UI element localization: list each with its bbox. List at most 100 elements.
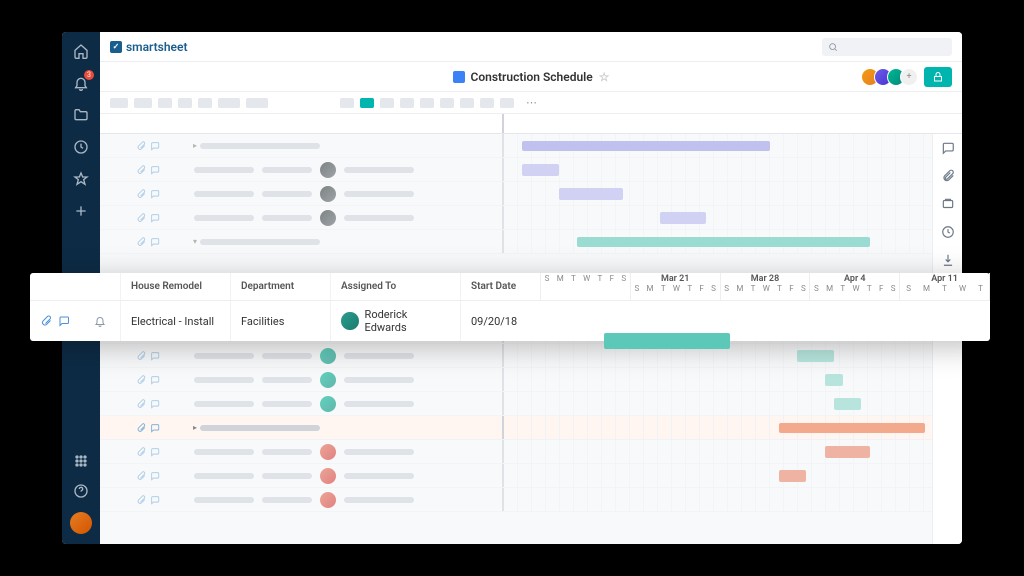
attachment-icon xyxy=(136,495,146,505)
gantt-bar[interactable] xyxy=(779,423,926,433)
rr-comments-icon[interactable] xyxy=(941,140,955,154)
expand-toggle-icon[interactable]: ▾ xyxy=(190,237,200,247)
row-meta-icons[interactable] xyxy=(100,165,170,175)
task-row[interactable] xyxy=(100,344,962,368)
row-meta-icons[interactable] xyxy=(100,141,170,151)
gantt-bar[interactable] xyxy=(797,350,834,362)
nav-user-avatar[interactable] xyxy=(70,512,92,534)
rr-attachments-icon[interactable] xyxy=(941,168,955,182)
gantt-bar[interactable] xyxy=(522,164,559,176)
rr-activity-icon[interactable] xyxy=(941,224,955,238)
day-label: F xyxy=(789,284,793,293)
gantt-bar[interactable] xyxy=(559,188,623,200)
summary-row[interactable]: ▸ xyxy=(100,134,962,158)
toolbar-item[interactable] xyxy=(158,98,172,108)
popout-gantt-bar[interactable] xyxy=(604,333,730,349)
nav-folder-icon[interactable] xyxy=(72,106,90,124)
toolbar-item[interactable] xyxy=(340,98,354,108)
nav-notifications-icon[interactable]: 3 xyxy=(72,74,90,92)
brand-row: ✓ smartsheet xyxy=(100,32,962,62)
gantt-bar[interactable] xyxy=(779,470,806,482)
toolbar-item[interactable] xyxy=(380,98,394,108)
toolbar-item[interactable] xyxy=(134,98,152,108)
row-meta-icons[interactable] xyxy=(100,471,170,481)
row-meta-icons[interactable] xyxy=(100,237,170,247)
day-label: W xyxy=(763,284,770,293)
cell-task[interactable]: Electrical - Install xyxy=(120,301,230,341)
toolbar-item[interactable] xyxy=(198,98,212,108)
toolbar[interactable]: ⋯ xyxy=(100,92,962,114)
cell-skeleton xyxy=(262,449,312,455)
col-header-date[interactable]: Start Date xyxy=(460,273,540,300)
row-reminder-icon[interactable] xyxy=(80,315,120,327)
summary-row[interactable]: ▾ xyxy=(100,230,962,254)
favorite-star-icon[interactable]: ☆ xyxy=(599,70,610,84)
avatar-more[interactable]: + xyxy=(900,68,918,86)
row-popout-overlay: House Remodel Department Assigned To Sta… xyxy=(30,273,990,341)
gantt-bar[interactable] xyxy=(660,212,706,224)
task-row[interactable] xyxy=(100,464,962,488)
cell-assigned[interactable]: Roderick Edwards xyxy=(330,301,460,341)
sheet-title[interactable]: Construction Schedule ☆ xyxy=(453,70,610,84)
toolbar-item[interactable] xyxy=(400,98,414,108)
col-header-task[interactable]: House Remodel xyxy=(120,273,230,300)
row-meta-icons[interactable] xyxy=(100,375,170,385)
row-meta-icons[interactable] xyxy=(100,213,170,223)
col-header-assigned[interactable]: Assigned To xyxy=(330,273,460,300)
gantt-bar[interactable] xyxy=(825,446,871,458)
nav-new-icon[interactable] xyxy=(72,202,90,220)
col-header-dept[interactable]: Department xyxy=(230,273,330,300)
task-row[interactable] xyxy=(100,392,962,416)
task-row[interactable] xyxy=(100,368,962,392)
task-row[interactable] xyxy=(100,440,962,464)
toolbar-item[interactable] xyxy=(246,98,268,108)
task-row[interactable] xyxy=(100,488,962,512)
nav-recent-icon[interactable] xyxy=(72,138,90,156)
cell-dept[interactable]: Facilities xyxy=(230,301,330,341)
share-button[interactable] xyxy=(924,67,952,87)
row-meta-icons[interactable] xyxy=(100,399,170,409)
summary-text-skeleton xyxy=(200,143,320,149)
popout-data-row[interactable]: Electrical - Install Facilities Roderick… xyxy=(30,301,990,341)
cell-skeleton xyxy=(194,401,254,407)
summary-row[interactable]: ▸ xyxy=(100,416,962,440)
toolbar-item[interactable] xyxy=(218,98,240,108)
row-meta-icons[interactable] xyxy=(100,447,170,457)
search-input[interactable] xyxy=(822,38,952,56)
collaborator-avatars[interactable]: + xyxy=(861,68,918,86)
toolbar-item[interactable] xyxy=(440,98,454,108)
rr-export-icon[interactable] xyxy=(941,252,955,266)
gantt-bar[interactable] xyxy=(522,141,769,151)
toolbar-item[interactable] xyxy=(178,98,192,108)
task-row[interactable] xyxy=(100,206,962,230)
gantt-cell xyxy=(502,206,962,229)
row-meta-icons[interactable] xyxy=(100,495,170,505)
toolbar-item[interactable] xyxy=(420,98,434,108)
nav-apps-icon[interactable] xyxy=(72,452,90,470)
expand-toggle-icon[interactable]: ▸ xyxy=(190,423,200,433)
gantt-bar[interactable] xyxy=(825,374,843,386)
row-meta-icons[interactable] xyxy=(100,423,170,433)
task-row[interactable] xyxy=(100,158,962,182)
expand-toggle-icon[interactable]: ▸ xyxy=(190,141,200,151)
toolbar-item[interactable] xyxy=(360,98,374,108)
toolbar-item[interactable] xyxy=(500,98,514,108)
row-meta-icons[interactable] xyxy=(100,351,170,361)
cell-date[interactable]: 09/20/18 xyxy=(460,301,540,341)
toolbar-item[interactable] xyxy=(460,98,474,108)
nav-home-icon[interactable] xyxy=(72,42,90,60)
toolbar-item[interactable] xyxy=(110,98,128,108)
toolbar-overflow-icon[interactable]: ⋯ xyxy=(526,96,537,109)
rr-proofs-icon[interactable] xyxy=(941,196,955,210)
nav-help-icon[interactable] xyxy=(72,482,90,500)
attachment-icon xyxy=(136,399,146,409)
toolbar-item[interactable] xyxy=(480,98,494,108)
row-attachment-comment-icons[interactable] xyxy=(30,315,80,327)
gantt-bar[interactable] xyxy=(834,398,861,410)
task-row[interactable] xyxy=(100,182,962,206)
gantt-bar[interactable] xyxy=(577,237,870,247)
cell-skeleton xyxy=(262,377,312,383)
grid-gantt-divider[interactable] xyxy=(502,114,504,133)
row-meta-icons[interactable] xyxy=(100,189,170,199)
nav-favorites-icon[interactable] xyxy=(72,170,90,188)
